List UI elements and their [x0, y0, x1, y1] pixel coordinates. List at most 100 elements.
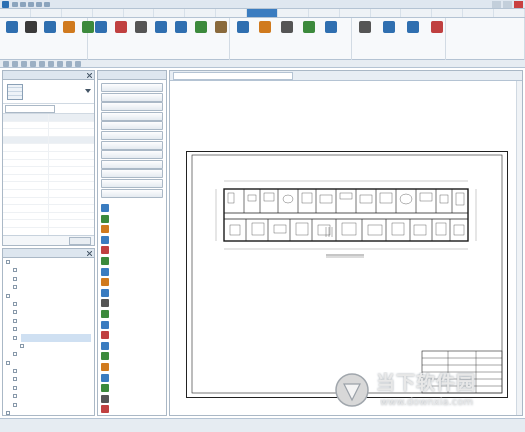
ribbon-tool-button[interactable]	[234, 21, 252, 51]
property-value[interactable]	[49, 182, 94, 189]
tree-toggle-icon[interactable]	[13, 310, 17, 315]
ribbon-tab[interactable]	[401, 9, 433, 17]
undo-icon[interactable]	[28, 2, 34, 7]
browser-node[interactable]	[3, 283, 94, 291]
browser-node[interactable]	[3, 350, 94, 358]
browser-node[interactable]	[3, 342, 94, 350]
property-value[interactable]	[49, 205, 94, 212]
browser-node[interactable]	[3, 292, 94, 300]
home-icon[interactable]	[3, 61, 9, 67]
browser-node[interactable]	[3, 300, 94, 308]
drawing-view[interactable]	[169, 70, 523, 416]
family-category-button[interactable]	[101, 179, 163, 188]
family-category-button[interactable]	[101, 92, 163, 102]
tree-toggle-icon[interactable]	[13, 268, 17, 273]
property-value[interactable]	[49, 167, 94, 174]
browser-node[interactable]	[3, 401, 94, 409]
minimize-button[interactable]	[492, 1, 501, 8]
property-value[interactable]	[49, 160, 94, 167]
family-category-button[interactable]	[101, 111, 163, 121]
tree-toggle-icon[interactable]	[13, 352, 17, 357]
tree-toggle-icon[interactable]	[13, 377, 17, 382]
browser-node[interactable]	[3, 392, 94, 400]
print-icon[interactable]	[44, 2, 50, 7]
property-row[interactable]	[3, 151, 94, 160]
property-row[interactable]	[3, 212, 94, 221]
ribbon-tool-button[interactable]	[112, 21, 130, 51]
ribbon-tool-button[interactable]	[60, 21, 78, 51]
ribbon-tab[interactable]	[185, 9, 217, 17]
ribbon-tab[interactable]	[309, 9, 340, 17]
ribbon-tab[interactable]	[0, 9, 31, 17]
ribbon-tool-button[interactable]	[92, 21, 110, 51]
properties-help-link[interactable]	[6, 238, 46, 245]
save-icon[interactable]	[20, 2, 26, 7]
open-icon[interactable]	[12, 2, 18, 7]
family-tool-item[interactable]	[101, 309, 163, 319]
family-tool-item[interactable]	[101, 224, 163, 234]
family-tool-item[interactable]	[101, 373, 163, 383]
property-row[interactable]	[3, 205, 94, 213]
tree-toggle-icon[interactable]	[13, 301, 17, 306]
tree-toggle-icon[interactable]	[13, 327, 17, 332]
ribbon-tab[interactable]	[340, 9, 371, 17]
open-icon[interactable]	[12, 61, 18, 67]
property-value[interactable]	[49, 137, 94, 144]
property-row[interactable]	[3, 167, 94, 175]
browser-node[interactable]	[3, 325, 94, 333]
property-value[interactable]	[49, 190, 94, 197]
ribbon-tool-button[interactable]	[3, 21, 21, 51]
browser-node[interactable]	[3, 275, 94, 283]
family-tool-item[interactable]	[101, 256, 163, 266]
tree-toggle-icon[interactable]	[6, 360, 10, 365]
family-tool-item[interactable]	[101, 362, 163, 372]
ribbon-tool-button[interactable]	[404, 21, 422, 51]
ribbon-tab[interactable]	[432, 9, 464, 17]
ribbon-tab[interactable]	[247, 9, 278, 17]
apply-button[interactable]	[69, 237, 91, 245]
close-icon[interactable]	[87, 251, 92, 256]
family-tool-item[interactable]	[101, 203, 163, 213]
property-value[interactable]	[49, 228, 94, 235]
instance-filter-select[interactable]	[5, 105, 55, 113]
browser-node[interactable]	[3, 266, 94, 274]
browser-node[interactable]	[3, 375, 94, 383]
family-category-button[interactable]	[101, 150, 163, 160]
property-row[interactable]	[3, 144, 94, 152]
ribbon-tool-button[interactable]	[322, 21, 340, 51]
ribbon-tool-button[interactable]	[172, 21, 190, 51]
tree-toggle-icon[interactable]	[13, 335, 17, 340]
ribbon-tab[interactable]	[494, 9, 525, 17]
tree-toggle-icon[interactable]	[13, 318, 17, 323]
ribbon-tab[interactable]	[216, 9, 247, 17]
tree-toggle-icon[interactable]	[6, 293, 10, 298]
browser-node[interactable]	[3, 384, 94, 392]
ribbon-tab[interactable]	[62, 9, 93, 17]
ribbon-tab[interactable]	[463, 9, 494, 17]
family-category-button[interactable]	[101, 121, 163, 131]
tree-toggle-icon[interactable]	[13, 276, 17, 281]
family-category-button[interactable]	[101, 140, 163, 150]
property-value[interactable]	[49, 220, 94, 227]
browser-node[interactable]	[3, 333, 94, 342]
family-tool-item[interactable]	[101, 320, 163, 330]
property-value[interactable]	[49, 144, 94, 151]
family-tool-item[interactable]	[101, 394, 163, 404]
ribbon-tab[interactable]	[93, 9, 124, 17]
maximize-button[interactable]	[503, 1, 512, 8]
ribbon-tab[interactable]	[124, 9, 155, 17]
property-row[interactable]	[3, 182, 94, 190]
property-row[interactable]	[3, 189, 94, 198]
family-tool-item[interactable]	[101, 235, 163, 245]
property-value[interactable]	[49, 198, 94, 205]
ribbon-tool-button[interactable]	[152, 21, 170, 51]
property-value[interactable]	[49, 152, 94, 159]
family-category-button[interactable]	[101, 83, 163, 92]
family-tool-item[interactable]	[101, 288, 163, 298]
ribbon-tab[interactable]	[371, 9, 402, 17]
property-row[interactable]	[3, 220, 94, 228]
ribbon-tool-button[interactable]	[300, 21, 318, 51]
ribbon-tool-button[interactable]	[212, 21, 230, 51]
family-tool-item[interactable]	[101, 341, 163, 351]
tree-toggle-icon[interactable]	[20, 343, 24, 348]
